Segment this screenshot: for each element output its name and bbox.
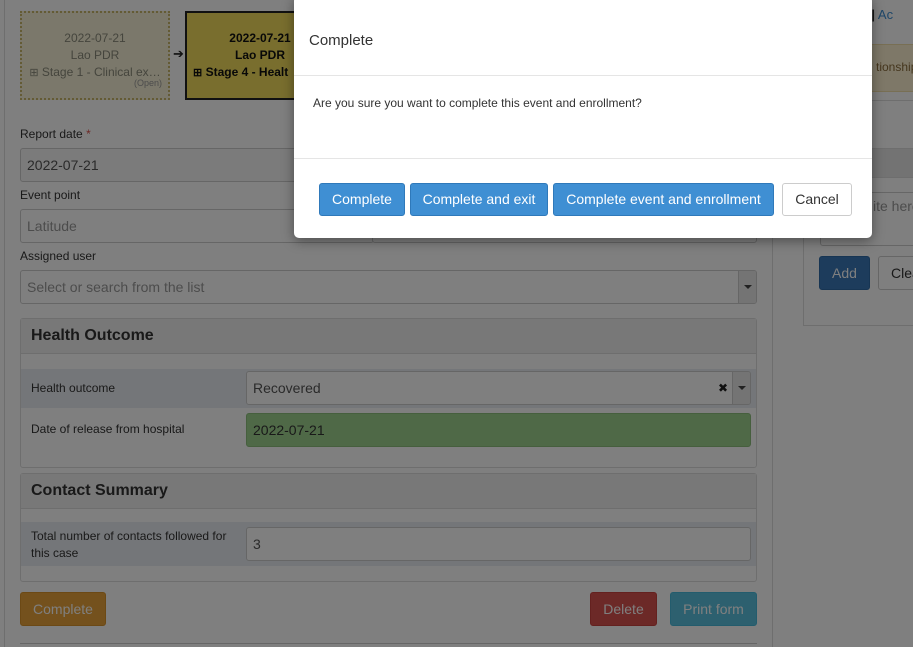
dialog-footer-divider [294, 158, 872, 159]
dialog-header-divider [294, 75, 872, 76]
dialog-message: Are you sure you want to complete this e… [313, 96, 642, 110]
dialog-cancel-button[interactable]: Cancel [782, 183, 852, 216]
complete-dialog: Complete Are you sure you want to comple… [294, 0, 872, 238]
dialog-title: Complete [309, 32, 374, 49]
dialog-complete-button[interactable]: Complete [319, 183, 405, 216]
dialog-complete-exit-button[interactable]: Complete and exit [410, 183, 548, 216]
dialog-complete-enrollment-button[interactable]: Complete event and enrollment [553, 183, 774, 216]
